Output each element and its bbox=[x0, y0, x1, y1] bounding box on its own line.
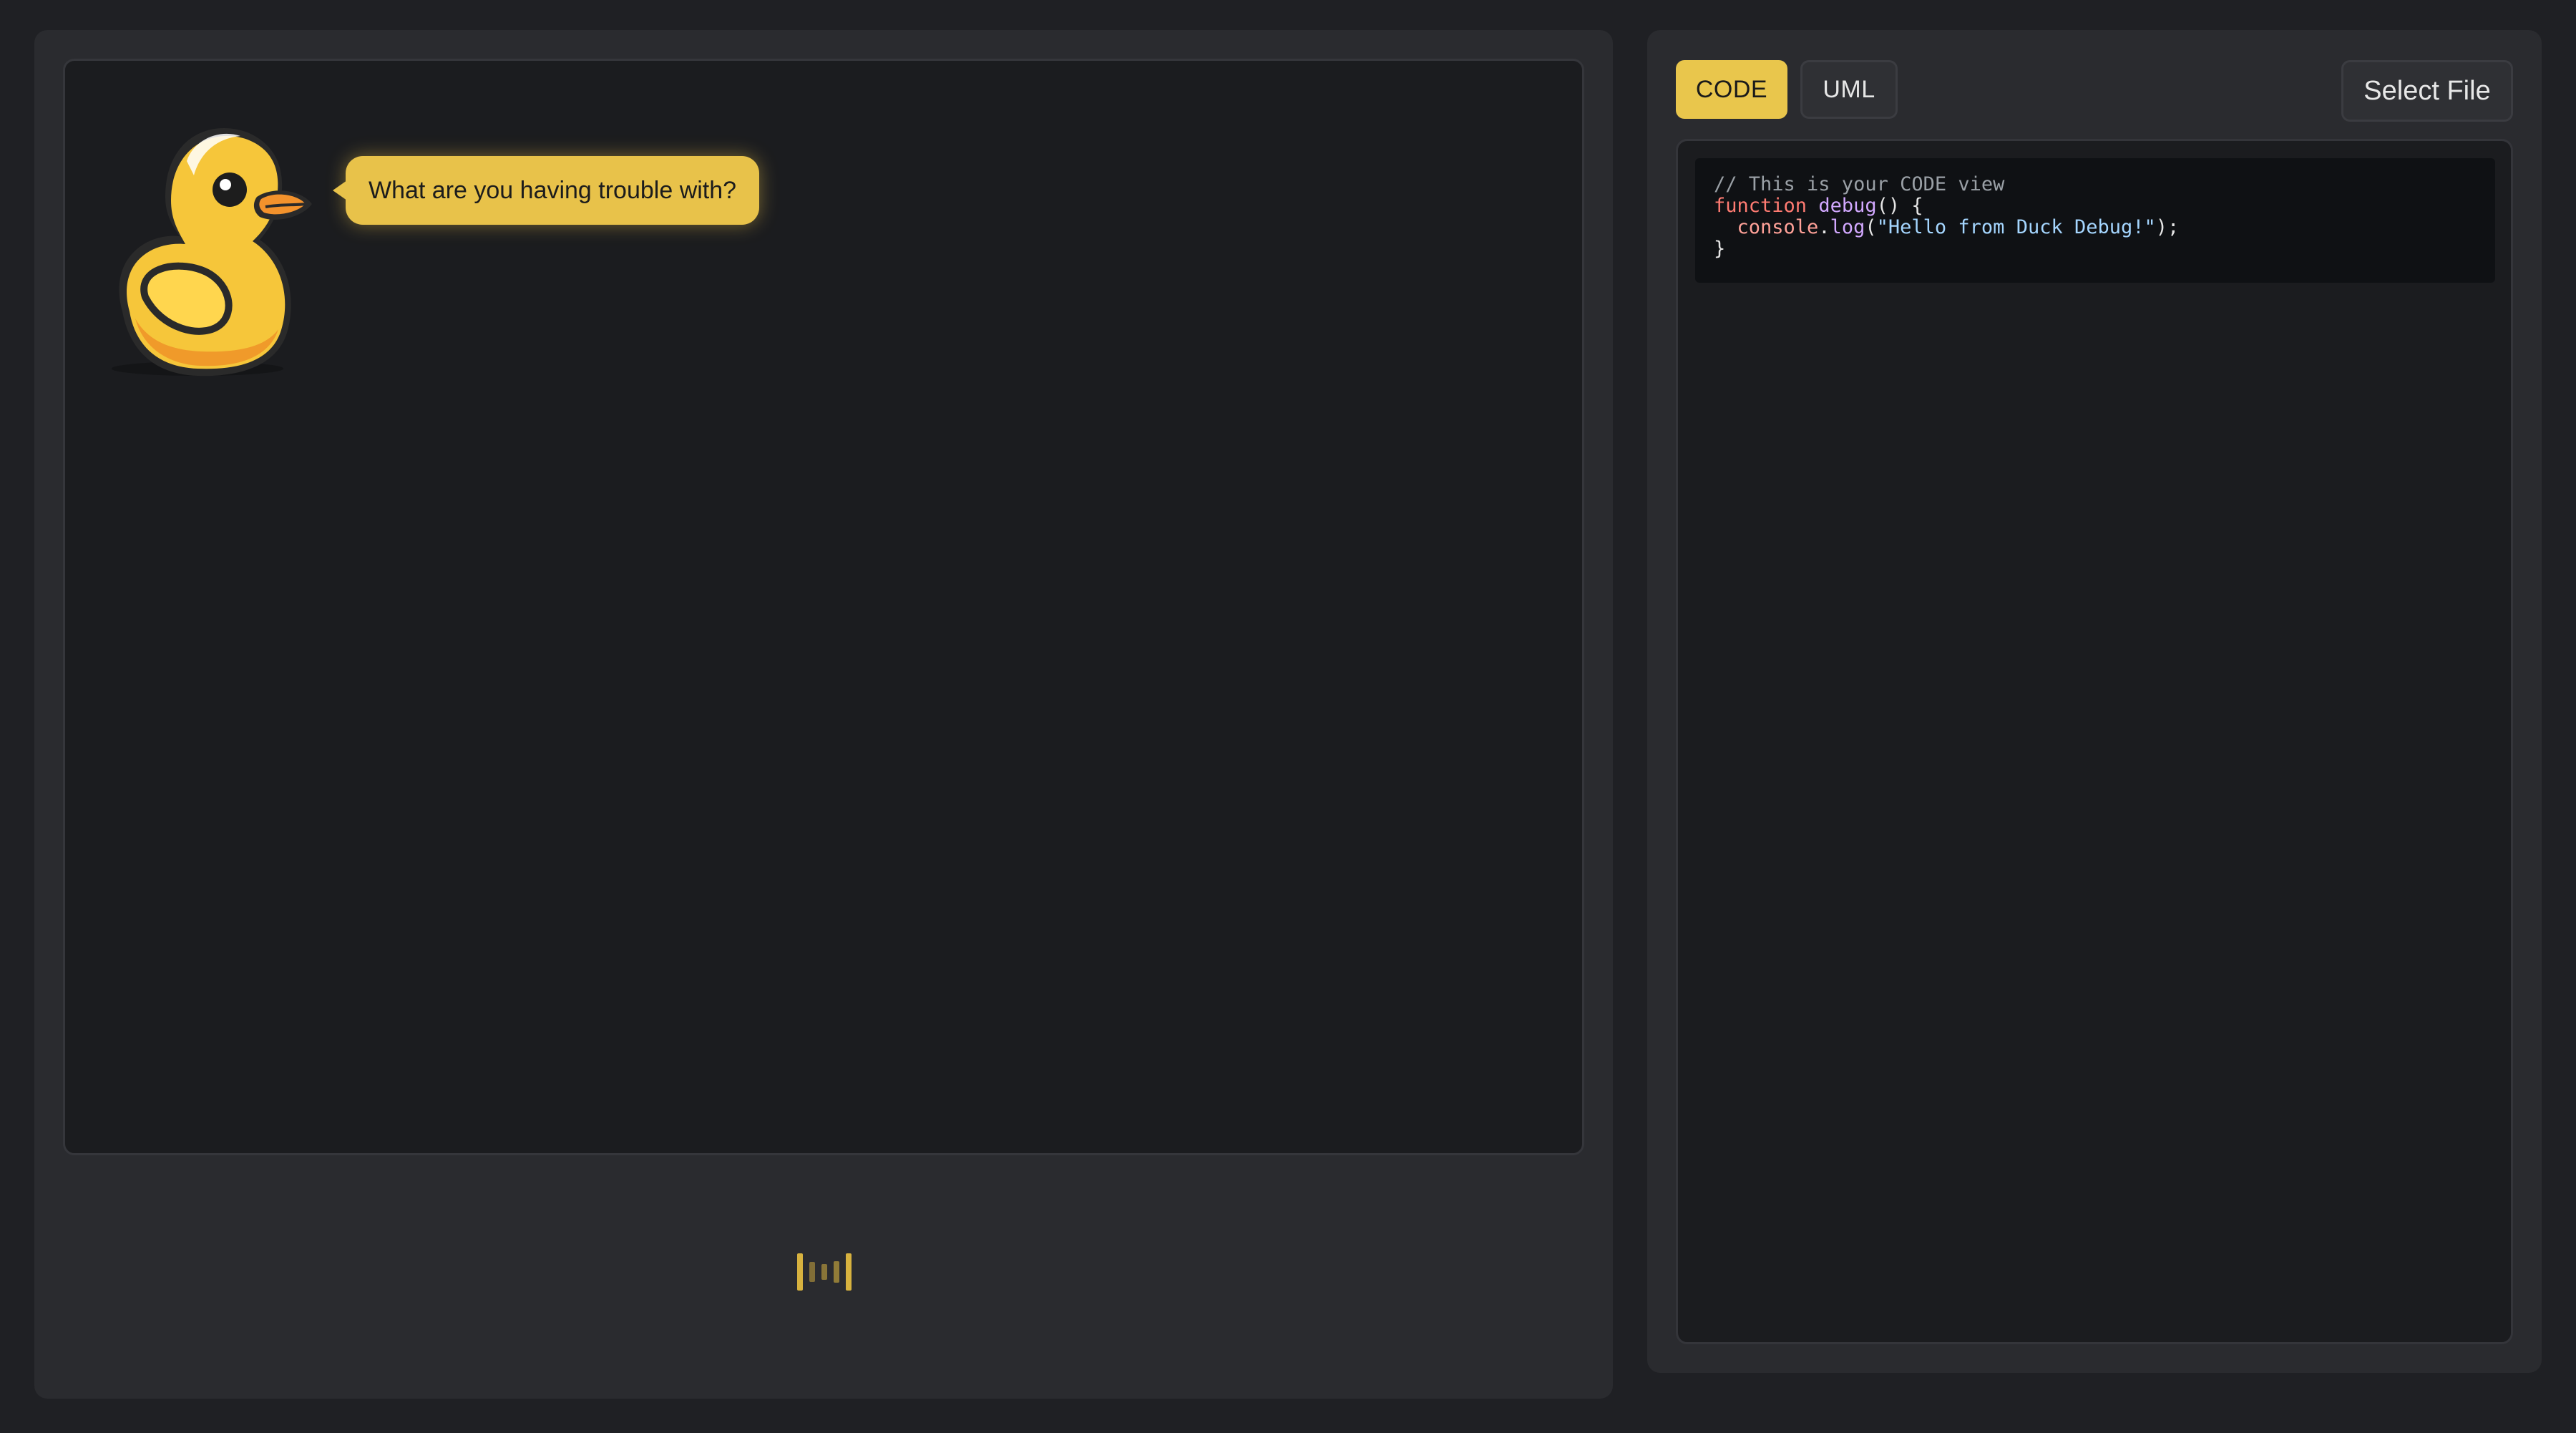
code-dot: . bbox=[1818, 216, 1830, 238]
code-string: "Hello from Duck Debug!" bbox=[1876, 216, 2156, 238]
chat-panel: What are you having trouble with? bbox=[34, 30, 1613, 1399]
chat-area: What are you having trouble with? bbox=[63, 59, 1584, 1155]
viewer-panel: CODE UML Select File // This is your COD… bbox=[1647, 30, 2542, 1373]
code-punctuation: () { bbox=[1876, 195, 1923, 217]
voice-bar bbox=[797, 1253, 803, 1291]
voice-bar bbox=[846, 1253, 852, 1291]
code-keyword: function bbox=[1714, 195, 1807, 217]
voice-bar bbox=[834, 1261, 839, 1283]
rubber-duck-icon bbox=[112, 128, 312, 377]
voice-bar bbox=[809, 1262, 815, 1282]
code-open-paren: ( bbox=[1865, 216, 1877, 238]
code-close-paren: ); bbox=[2155, 216, 2180, 238]
voice-wave-icon[interactable] bbox=[797, 1253, 852, 1291]
code-view-panel: // This is your CODE view function debug… bbox=[1676, 139, 2513, 1344]
tab-uml[interactable]: UML bbox=[1800, 60, 1898, 119]
duck-speech-bubble: What are you having trouble with? bbox=[332, 156, 760, 225]
code-function-name: debug bbox=[1818, 195, 1877, 217]
code-block[interactable]: // This is your CODE view function debug… bbox=[1695, 158, 2495, 283]
select-file-button[interactable]: Select File bbox=[2341, 60, 2513, 122]
voice-bar bbox=[821, 1264, 827, 1280]
code-object: console bbox=[1737, 216, 1819, 238]
code-closing-brace: } bbox=[1714, 238, 1726, 260]
code-method: log bbox=[1830, 216, 1865, 238]
tab-code[interactable]: CODE bbox=[1676, 60, 1787, 119]
code-comment: // This is your CODE view bbox=[1714, 173, 2005, 195]
